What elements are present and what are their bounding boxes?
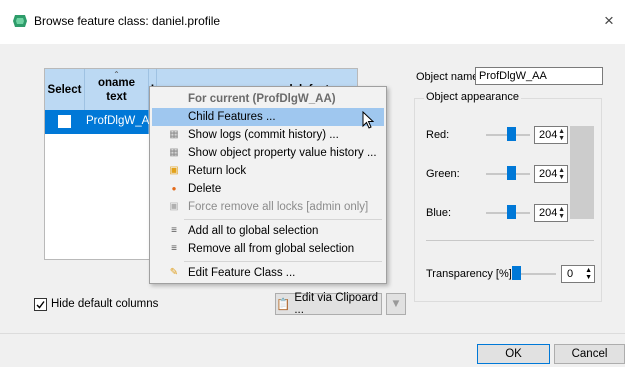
pencil-icon: ✎	[169, 267, 179, 278]
menu-separator	[184, 261, 382, 262]
green-value: 204	[539, 168, 558, 180]
force-unlock-icon: ▣	[169, 201, 179, 212]
blue-spinbox[interactable]: 204 ▲ ▼	[534, 204, 568, 222]
feature-class-icon	[13, 15, 27, 27]
green-slider-thumb[interactable]	[507, 166, 516, 180]
edit-via-clipboard-button[interactable]: 📋 Edit via Clipoard ...	[275, 292, 382, 316]
menu-item-remove-global-selection[interactable]: ≡ Remove all from global selection	[152, 240, 384, 258]
blue-slider-thumb[interactable]	[507, 205, 516, 219]
filter-button[interactable]: ▼	[386, 293, 406, 315]
menu-header-label: For current (ProfDlgW_AA)	[188, 93, 336, 105]
menu-item-label: Show object property value history ...	[188, 147, 377, 159]
sort-ascending-icon: ⌃	[113, 70, 120, 79]
lock-icon: ▣	[169, 165, 179, 176]
menu-item-label: Show logs (commit history) ...	[188, 129, 339, 141]
red-label: Red:	[426, 129, 450, 141]
ok-button[interactable]: OK	[477, 344, 550, 364]
object-name-input[interactable]	[475, 67, 603, 85]
menu-item-label: Edit Feature Class ...	[188, 267, 296, 279]
row-oname-text: ProfDlgW_AA	[86, 115, 156, 127]
window-title: Browse feature class: daniel.profile	[34, 14, 221, 28]
menu-item-edit-feature-class[interactable]: ✎ Edit Feature Class ...	[152, 264, 384, 282]
history-icon: ▦	[169, 147, 179, 158]
column-header-select[interactable]: Select	[45, 69, 85, 110]
appearance-divider	[426, 240, 594, 241]
hide-default-columns-label: Hide default columns	[51, 298, 159, 310]
add-list-icon: ≡	[171, 225, 177, 236]
spin-arrows-icon[interactable]: ▲ ▼	[558, 128, 565, 142]
menu-item-delete[interactable]: ● Delete	[152, 180, 384, 198]
menu-item-label: Return lock	[188, 165, 247, 177]
red-slider-thumb[interactable]	[507, 127, 516, 141]
menu-item-label: Force remove all locks [admin only]	[188, 201, 369, 213]
context-menu: For current (ProfDlgW_AA) Child Features…	[149, 86, 387, 284]
menu-item-show-logs[interactable]: ▦ Show logs (commit history) ...	[152, 126, 384, 144]
delete-icon: ●	[171, 184, 177, 193]
red-spinbox[interactable]: 204 ▲ ▼	[534, 126, 568, 144]
red-value: 204	[539, 129, 558, 141]
blue-value: 204	[539, 207, 558, 219]
close-button[interactable]: ×	[604, 11, 614, 31]
child-features-icon	[168, 111, 180, 123]
row-select-checkbox[interactable]	[58, 115, 71, 128]
menu-item-add-global-selection[interactable]: ≡ Add all to global selection	[152, 222, 384, 240]
menu-item-label: Delete	[188, 183, 222, 195]
mouse-cursor-icon	[362, 111, 374, 129]
blue-label: Blue:	[426, 207, 452, 219]
menu-item-return-lock[interactable]: ▣ Return lock	[152, 162, 384, 180]
object-appearance-label: Object appearance	[424, 91, 521, 103]
menu-item-property-history[interactable]: ▦ Show object property value history ...	[152, 144, 384, 162]
clipboard-icon: 📋	[276, 299, 291, 311]
transparency-label: Transparency [%]:	[426, 268, 515, 280]
green-spinbox[interactable]: 204 ▲ ▼	[534, 165, 568, 183]
edit-via-clipboard-label: Edit via Clipoard ...	[294, 292, 379, 316]
green-label: Green:	[426, 168, 460, 180]
transparency-slider-thumb[interactable]	[512, 266, 521, 280]
transparency-value: 0	[567, 268, 574, 280]
object-name-label: Object name	[416, 71, 479, 83]
filter-icon: ▼	[390, 298, 402, 310]
cancel-button[interactable]: Cancel	[554, 344, 625, 364]
menu-header: For current (ProfDlgW_AA)	[152, 90, 384, 108]
menu-item-label: Remove all from global selection	[188, 243, 355, 255]
spin-arrows-icon[interactable]: ▲ ▼	[585, 267, 592, 281]
spin-arrows-icon[interactable]: ▲ ▼	[558, 167, 565, 181]
menu-item-child-features[interactable]: Child Features ...	[152, 108, 384, 126]
menu-item-force-remove-locks: ▣ Force remove all locks [admin only]	[152, 198, 384, 216]
footer-divider	[0, 333, 625, 334]
column-header-oname[interactable]: ⌃ oname text	[85, 69, 149, 110]
color-preview-swatch	[570, 126, 594, 219]
spin-arrows-icon[interactable]: ▲ ▼	[558, 206, 565, 220]
menu-separator	[184, 219, 382, 220]
hide-default-columns-checkbox[interactable]	[34, 298, 47, 311]
title-bar: Browse feature class: daniel.profile ×	[0, 0, 625, 44]
checkmark-icon	[36, 301, 45, 309]
log-icon: ▦	[169, 129, 179, 140]
row-oname-cell[interactable]: ProfDlgW_AA fr	[86, 115, 156, 127]
remove-list-icon: ≡	[171, 243, 177, 254]
menu-item-label: Add all to global selection	[188, 225, 319, 237]
menu-item-label: Child Features ...	[188, 111, 276, 123]
transparency-spinbox[interactable]: 0 ▲ ▼	[561, 265, 595, 283]
